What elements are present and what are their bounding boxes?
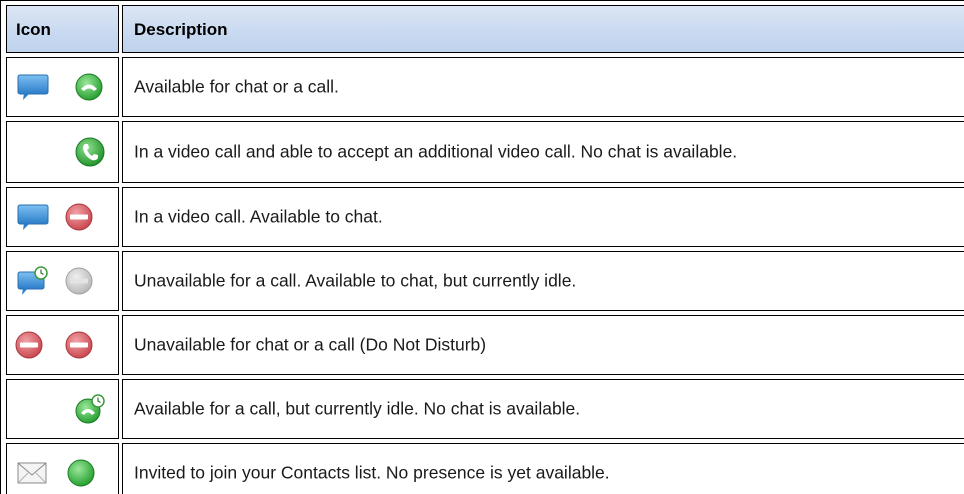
green-dot-icon <box>66 458 96 488</box>
do-not-disturb-icon <box>14 330 44 360</box>
row-description: In a video call. Available to chat. <box>134 206 383 227</box>
header-cell-description: Description <box>122 5 964 53</box>
description-cell: Unavailable for a call. Available to cha… <box>122 251 964 311</box>
table-row: In a video call and able to accept an ad… <box>1 121 964 183</box>
icon-cell <box>6 443 119 494</box>
icon-cell <box>6 57 119 117</box>
phone-available-icon <box>74 72 104 102</box>
phone-idle-icon <box>74 393 106 425</box>
header-description-label: Description <box>134 20 228 39</box>
table-row: Unavailable for a call. Available to cha… <box>1 251 964 311</box>
table-row: Invited to join your Contacts list. No p… <box>1 443 964 494</box>
presence-icon-table: Icon Description Available for chat or a… <box>0 0 964 494</box>
row-description: Unavailable for a call. Available to cha… <box>134 270 577 291</box>
description-cell: Unavailable for chat or a call (Do Not D… <box>122 315 964 375</box>
table-row: Unavailable for chat or a call (Do Not D… <box>1 315 964 375</box>
icon-cell <box>6 187 119 247</box>
icon-cell <box>6 251 119 311</box>
description-cell: Invited to join your Contacts list. No p… <box>122 443 964 494</box>
do-not-disturb-icon <box>64 330 94 360</box>
header-icon-label: Icon <box>16 20 51 39</box>
description-cell: Available for a call, but currently idle… <box>122 379 964 439</box>
table-row: In a video call. Available to chat. <box>1 187 964 247</box>
chat-bubble-idle-icon <box>16 265 50 297</box>
icon-cell <box>6 379 119 439</box>
chat-bubble-icon <box>16 202 50 232</box>
row-description: Unavailable for chat or a call (Do Not D… <box>134 334 487 355</box>
row-description: Available for chat or a call. <box>134 76 339 97</box>
table-header-row: Icon Description <box>1 5 964 53</box>
icon-cell <box>6 315 119 375</box>
description-cell: In a video call and able to accept an ad… <box>122 121 964 183</box>
do-not-disturb-icon <box>64 202 94 232</box>
phone-in-call-icon <box>74 136 106 168</box>
table-row: Available for a call, but currently idle… <box>1 379 964 439</box>
chat-bubble-icon <box>16 72 50 102</box>
icon-cell <box>6 121 119 183</box>
row-description: In a video call and able to accept an ad… <box>134 141 738 162</box>
header-cell-icon: Icon <box>6 5 119 53</box>
envelope-icon <box>16 460 48 486</box>
row-description: Invited to join your Contacts list. No p… <box>134 462 610 483</box>
description-cell: Available for chat or a call. <box>122 57 964 117</box>
table-row: Available for chat or a call. <box>1 57 964 117</box>
unavailable-grey-icon <box>64 266 94 296</box>
description-cell: In a video call. Available to chat. <box>122 187 964 247</box>
row-description: Available for a call, but currently idle… <box>134 398 581 419</box>
